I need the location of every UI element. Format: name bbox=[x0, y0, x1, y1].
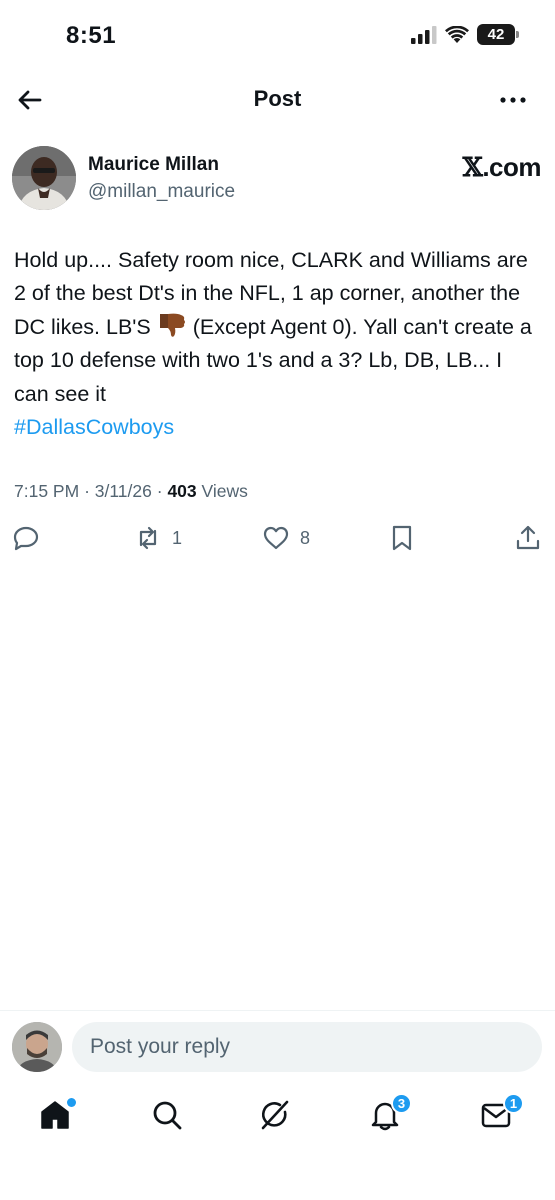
share-icon bbox=[516, 525, 540, 550]
bookmark-button[interactable] bbox=[388, 524, 416, 552]
notifications-badge: 3 bbox=[391, 1093, 412, 1114]
source-badge: 𝕏.com bbox=[462, 152, 542, 183]
x-logo: 𝕏 bbox=[462, 153, 483, 183]
meta-separator-2: · bbox=[156, 481, 163, 501]
post-author: Maurice Millan @millan_maurice 𝕏.com bbox=[12, 146, 541, 212]
like-count: 8 bbox=[300, 527, 311, 548]
repost-count: 1 bbox=[172, 527, 183, 548]
header: Post bbox=[0, 78, 555, 122]
signal-icon bbox=[411, 25, 437, 44]
views-count: 403 bbox=[167, 481, 197, 501]
repost-icon bbox=[139, 526, 157, 550]
repost-button[interactable]: 1 bbox=[134, 524, 182, 552]
like-button[interactable]: 8 bbox=[262, 524, 310, 552]
share-button[interactable] bbox=[514, 524, 542, 552]
bookmark-icon bbox=[392, 525, 412, 551]
post-date: 3/11/26 bbox=[94, 481, 152, 501]
thumbs-down-emoji-icon bbox=[159, 313, 185, 337]
search-icon bbox=[153, 1101, 182, 1130]
more-options-icon[interactable] bbox=[497, 84, 529, 116]
post-text: Hold up.... Safety room nice, CLARK and … bbox=[14, 244, 541, 444]
grok-icon bbox=[261, 1100, 289, 1130]
status-time: 8:51 bbox=[66, 22, 117, 49]
meta-separator: · bbox=[84, 481, 90, 501]
status-icons: 42 bbox=[411, 24, 519, 45]
bottom-nav: 3 1 bbox=[0, 1090, 555, 1150]
source-badge-suffix: .com bbox=[482, 152, 541, 182]
author-handle[interactable]: @millan_maurice bbox=[88, 181, 235, 203]
post-meta: 7:15 PM · 3/11/26 · 403 Views bbox=[14, 481, 248, 502]
author-avatar[interactable] bbox=[12, 146, 76, 210]
home-unread-dot bbox=[67, 1098, 76, 1107]
heart-icon bbox=[263, 526, 289, 550]
author-name[interactable]: Maurice Millan bbox=[88, 154, 219, 176]
reply-placeholder: Post your reply bbox=[90, 1035, 231, 1058]
views-label[interactable]: Views bbox=[202, 481, 248, 501]
messages-badge: 1 bbox=[503, 1093, 524, 1114]
reply-button[interactable] bbox=[12, 524, 40, 552]
reply-divider bbox=[0, 1010, 555, 1011]
reply-input[interactable]: Post your reply bbox=[72, 1022, 542, 1072]
nav-grok[interactable] bbox=[258, 1098, 298, 1138]
reply-icon bbox=[13, 526, 39, 551]
post-time: 7:15 PM bbox=[14, 481, 80, 501]
nav-home[interactable] bbox=[38, 1098, 78, 1138]
nav-notifications[interactable]: 3 bbox=[368, 1093, 412, 1138]
nav-messages[interactable]: 1 bbox=[480, 1093, 524, 1138]
current-user-avatar[interactable] bbox=[12, 1022, 62, 1072]
nav-search[interactable] bbox=[150, 1098, 190, 1138]
page-title: Post bbox=[253, 86, 302, 111]
status-bar: 8:51 42 bbox=[0, 0, 555, 70]
battery-icon: 42 bbox=[477, 24, 519, 45]
post-actions: 1 8 bbox=[0, 524, 555, 558]
hashtag-link[interactable]: #DallasCowboys bbox=[14, 415, 174, 439]
wifi-icon bbox=[445, 25, 469, 43]
